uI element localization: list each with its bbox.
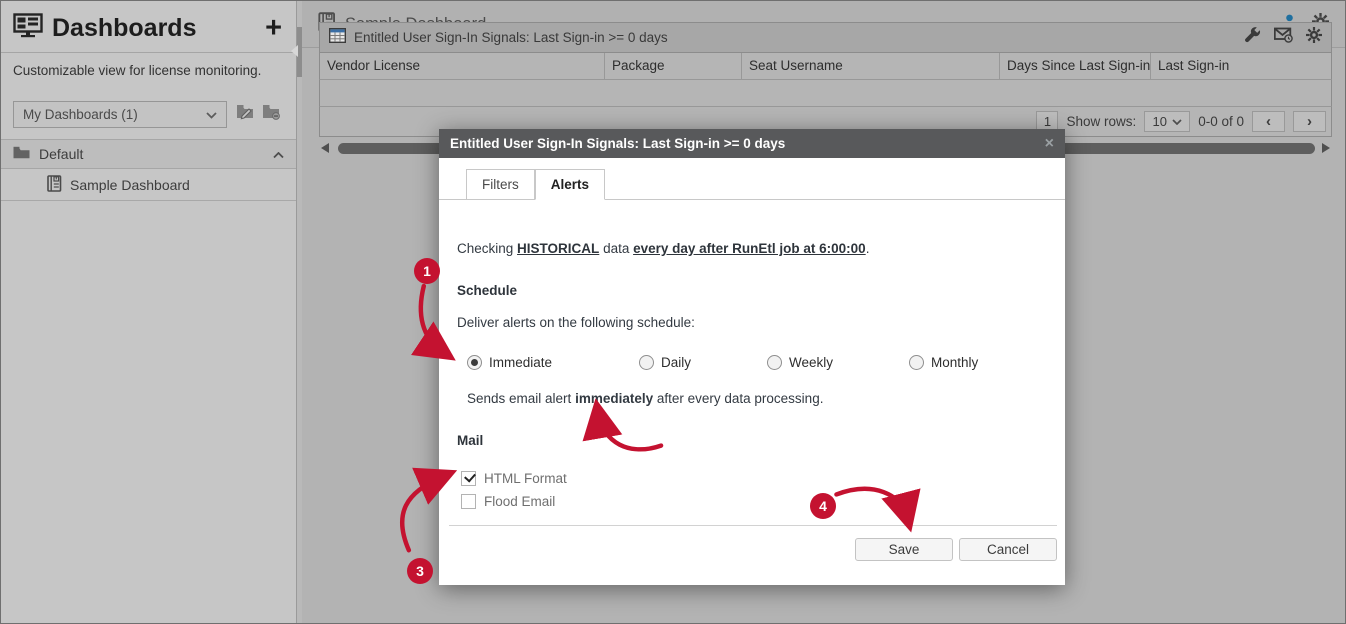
- radio-weekly[interactable]: Weekly: [767, 355, 909, 370]
- radio-button-icon[interactable]: [767, 355, 782, 370]
- folder-label: Default: [39, 146, 83, 162]
- folder-remove-icon[interactable]: [262, 104, 281, 125]
- schedule-heading: Schedule: [457, 282, 1047, 300]
- widget-settings-dialog: Entitled User Sign-In Signals: Last Sign…: [439, 129, 1065, 585]
- table-icon: [329, 28, 346, 48]
- next-page-button[interactable]: ›: [1293, 111, 1326, 132]
- sidebar-folder-default[interactable]: Default: [1, 139, 296, 169]
- mail-schedule-icon[interactable]: [1274, 27, 1293, 48]
- prev-page-button[interactable]: ‹: [1252, 111, 1285, 132]
- folder-edit-icon[interactable]: [236, 104, 255, 125]
- schedule-instruction: Deliver alerts on the following schedule…: [457, 314, 1047, 332]
- widget-settings-gear-icon[interactable]: [1306, 27, 1322, 48]
- chevron-up-icon[interactable]: [273, 146, 284, 162]
- tab-filters[interactable]: Filters: [466, 169, 535, 199]
- dashboards-grid-icon: [13, 13, 43, 43]
- page-size-value: 10: [1152, 114, 1166, 129]
- schedule-emphasis: every day after RunEtl job at 6:00:00: [633, 241, 866, 256]
- sidebar: Dashboards + Customizable view for licen…: [1, 1, 297, 624]
- radio-button-icon[interactable]: [909, 355, 924, 370]
- checkbox-html-format[interactable]: HTML Format: [461, 470, 1047, 486]
- widget-title: Entitled User Sign-In Signals: Last Sign…: [354, 30, 668, 45]
- table-header-row: Vendor License Package Seat Username Day…: [319, 53, 1332, 80]
- divider: [449, 525, 1057, 526]
- chevron-down-icon: [1172, 119, 1182, 125]
- mail-options: HTML Format Flood Email: [461, 470, 1047, 509]
- dashboard-report-icon: [47, 175, 62, 195]
- checkbox-unchecked-icon[interactable]: [461, 494, 476, 509]
- scroll-left-arrow-icon[interactable]: [321, 143, 329, 153]
- collapse-sidebar-arrow-icon[interactable]: [291, 45, 298, 57]
- page-size-select[interactable]: 10: [1144, 111, 1190, 132]
- sidebar-title: Dashboards: [52, 14, 196, 43]
- column-header[interactable]: Vendor License: [320, 53, 605, 79]
- widget-header: Entitled User Sign-In Signals: Last Sign…: [319, 22, 1332, 53]
- wrench-icon[interactable]: [1244, 27, 1261, 49]
- sidebar-description: Customizable view for license monitoring…: [1, 53, 296, 78]
- radio-monthly[interactable]: Monthly: [909, 355, 978, 370]
- scroll-right-arrow-icon[interactable]: [1322, 143, 1330, 153]
- dialog-tabs: Filters Alerts: [439, 169, 1065, 200]
- schedule-note: Sends email alert immediately after ever…: [467, 390, 1047, 408]
- folder-icon: [13, 146, 30, 162]
- checkbox-flood-email[interactable]: Flood Email: [461, 493, 1047, 509]
- radio-immediate[interactable]: Immediate: [467, 355, 639, 370]
- my-dashboards-dropdown-value: My Dashboards (1): [23, 107, 138, 122]
- chevron-down-icon: [206, 107, 217, 122]
- add-dashboard-button[interactable]: +: [265, 17, 282, 39]
- historical-emphasis: HISTORICAL: [517, 241, 599, 256]
- show-rows-label: Show rows:: [1066, 114, 1136, 129]
- sidebar-header: Dashboards +: [1, 1, 296, 53]
- app-window: Dashboards + Customizable view for licen…: [0, 0, 1346, 624]
- dialog-header[interactable]: Entitled User Sign-In Signals: Last Sign…: [439, 129, 1065, 158]
- cancel-button[interactable]: Cancel: [959, 538, 1057, 561]
- column-header[interactable]: Last Sign-in: [1151, 53, 1331, 79]
- save-button[interactable]: Save: [855, 538, 953, 561]
- table-row: [319, 80, 1332, 107]
- row-range-label: 0-0 of 0: [1198, 114, 1244, 129]
- checkbox-checked-icon[interactable]: [461, 471, 476, 486]
- checking-status-line: Checking HISTORICAL data every day after…: [457, 240, 1047, 258]
- radio-button-icon[interactable]: [467, 355, 482, 370]
- mail-heading: Mail: [457, 432, 1047, 450]
- schedule-radio-group: Immediate Daily Weekly Monthly: [467, 354, 1047, 370]
- dialog-body: Checking HISTORICAL data every day after…: [439, 240, 1065, 561]
- my-dashboards-dropdown[interactable]: My Dashboards (1): [13, 101, 227, 128]
- dashboard-selector-row: My Dashboards (1): [13, 101, 284, 128]
- radio-daily[interactable]: Daily: [639, 355, 767, 370]
- dialog-actions: Save Cancel: [457, 538, 1057, 561]
- dialog-title: Entitled User Sign-In Signals: Last Sign…: [450, 136, 785, 151]
- immediately-emphasis: immediately: [575, 391, 653, 406]
- tab-alerts[interactable]: Alerts: [535, 169, 605, 200]
- column-header[interactable]: Package: [605, 53, 742, 79]
- sidebar-item-sample-dashboard[interactable]: Sample Dashboard: [1, 169, 296, 201]
- folder-actions: [236, 104, 281, 125]
- table-widget: Entitled User Sign-In Signals: Last Sign…: [319, 22, 1332, 137]
- radio-button-icon[interactable]: [639, 355, 654, 370]
- sidebar-item-label: Sample Dashboard: [70, 177, 190, 193]
- close-icon[interactable]: ×: [1045, 136, 1054, 152]
- column-header[interactable]: Seat Username: [742, 53, 1000, 79]
- column-header[interactable]: Days Since Last Sign-in: [1000, 53, 1151, 79]
